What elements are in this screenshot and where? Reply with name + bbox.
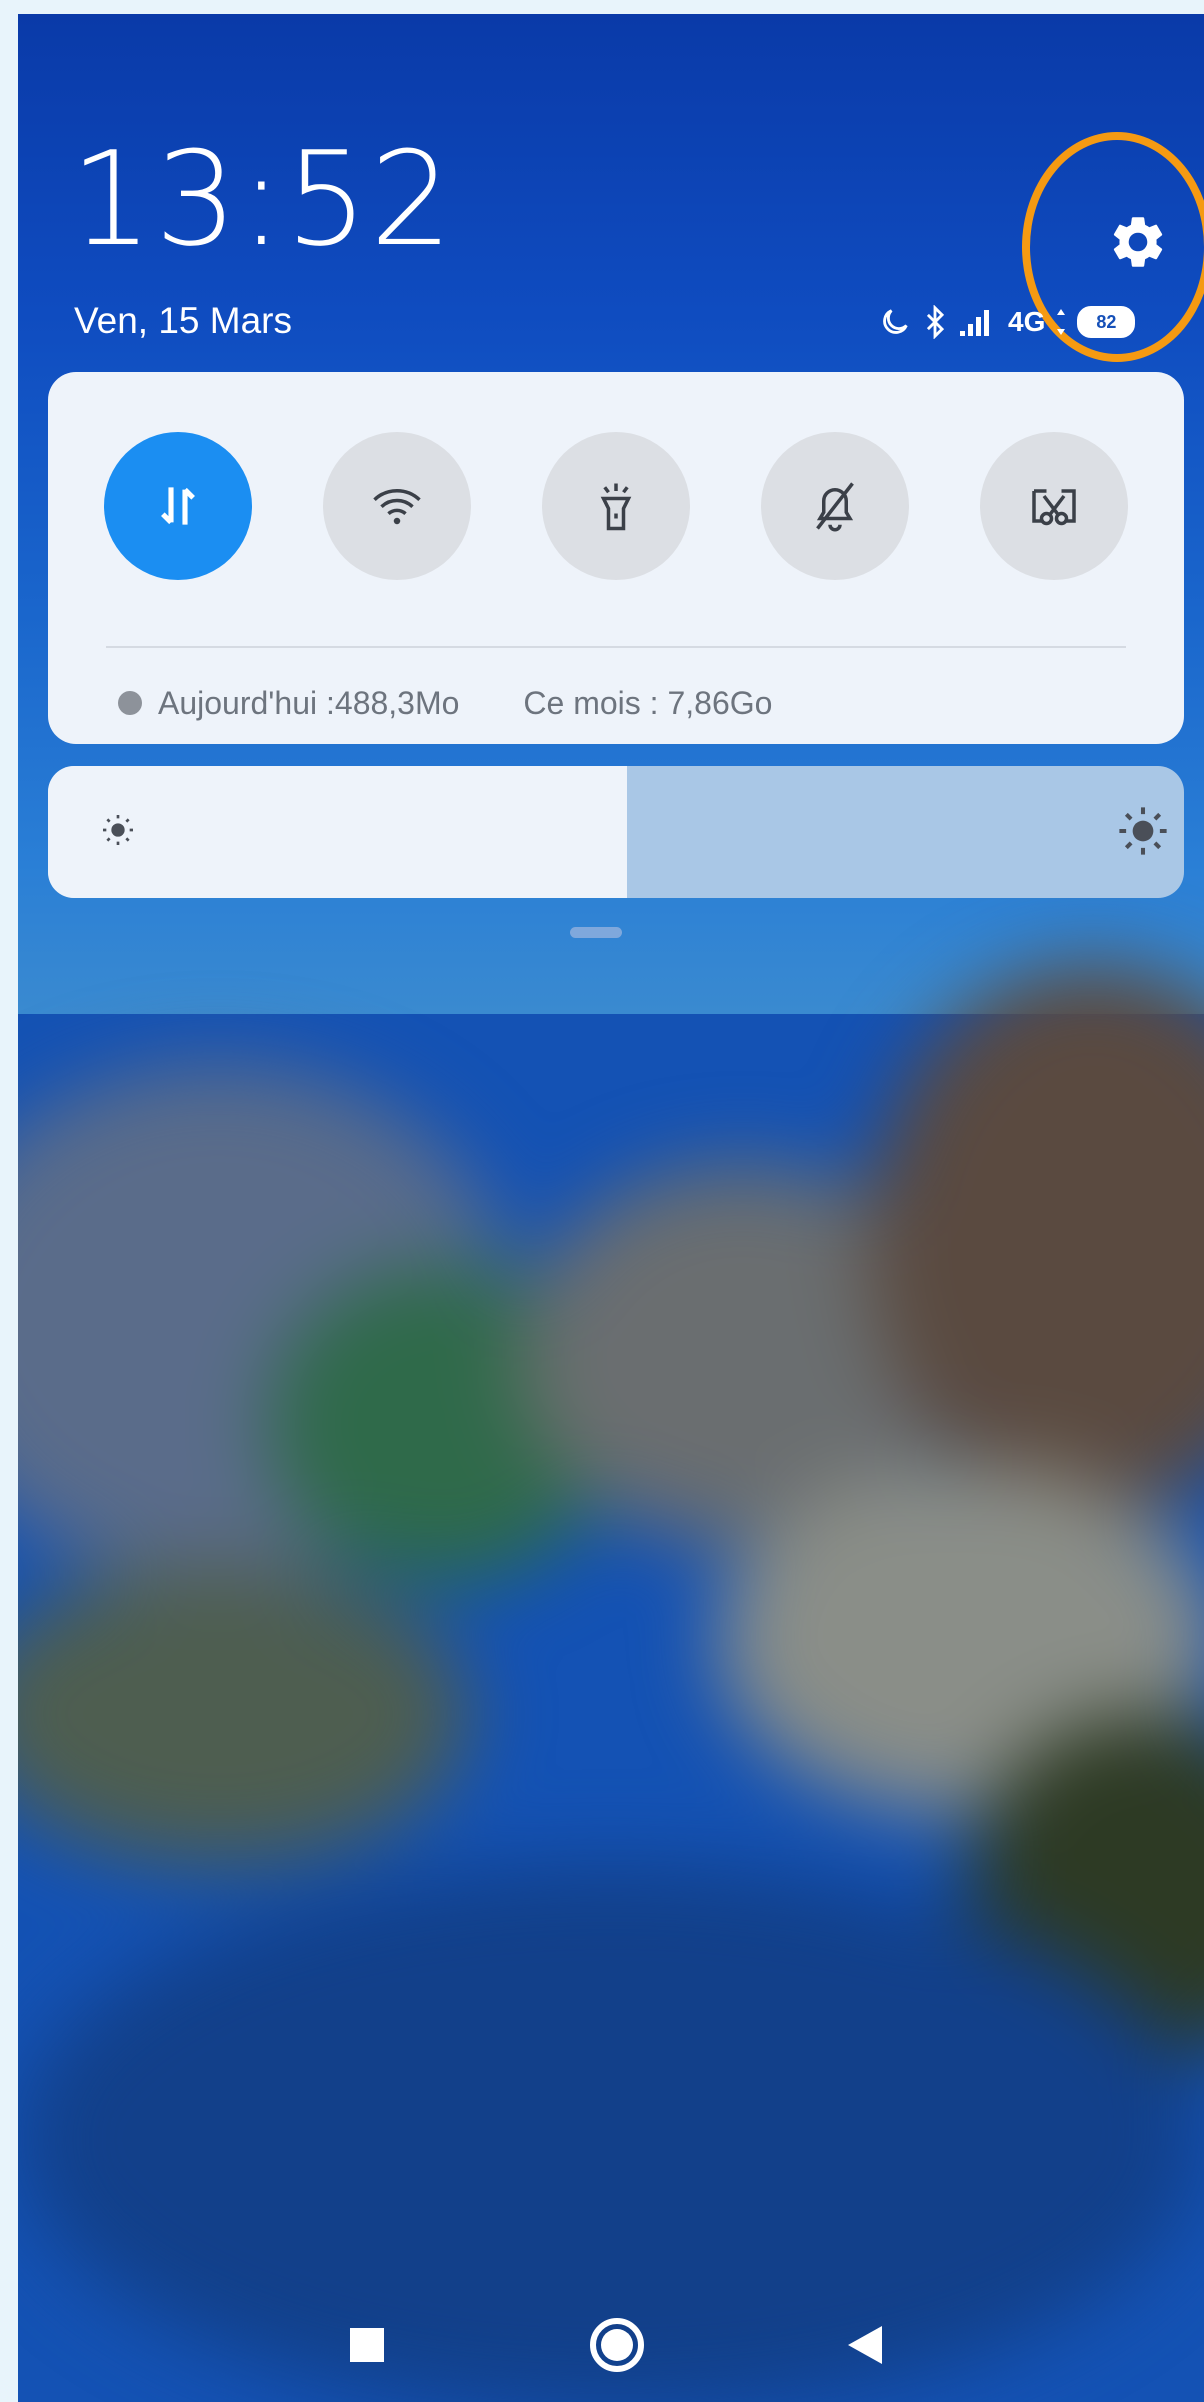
tile-screenshot[interactable]	[980, 432, 1128, 580]
wifi-icon	[373, 489, 421, 525]
quick-settings-panel: Aujourd'hui :488,3Mo Ce mois : 7,86Go	[48, 372, 1184, 744]
phone-screen: 13:52 Ven, 15 Mars 4G 82 Aujourd'hui:48…	[18, 14, 1204, 2402]
tile-mute[interactable]	[761, 432, 909, 580]
data-usage-icon	[118, 691, 142, 715]
tile-wifi[interactable]	[323, 432, 471, 580]
bell-off-icon	[816, 482, 854, 532]
network-type: 4G	[1008, 306, 1046, 337]
data-arrows-icon	[161, 487, 195, 525]
moon-icon	[883, 309, 908, 334]
quick-tiles-row	[104, 432, 1128, 582]
tile-flashlight[interactable]	[542, 432, 690, 580]
panel-drag-handle[interactable]	[570, 927, 622, 938]
data-usage-month: Ce mois : 7,86Go	[523, 684, 773, 721]
recents-button[interactable]	[350, 2328, 384, 2362]
brightness-slider[interactable]	[48, 766, 1184, 898]
data-usage-row[interactable]: Aujourd'hui :488,3Mo Ce mois : 7,86Go	[118, 680, 772, 726]
navigation-bar	[18, 2294, 1204, 2394]
brightness-low-icon	[103, 815, 133, 845]
flashlight-icon	[600, 483, 632, 531]
tile-mobile-data[interactable]	[104, 432, 252, 580]
brightness-high-icon	[1119, 807, 1167, 855]
battery-indicator: 82	[1077, 306, 1136, 338]
scissors-icon	[1032, 489, 1076, 526]
back-button[interactable]	[842, 2322, 886, 2368]
signal-icon	[960, 310, 989, 336]
data-usage-today: Aujourd'hui :488,3Mo	[158, 684, 460, 721]
clock-date: Ven, 15 Mars	[74, 300, 293, 341]
bluetooth-icon	[926, 305, 945, 339]
data-activity-icon	[1057, 309, 1066, 335]
home-button[interactable]	[590, 2318, 644, 2372]
status-icons: 4G 82	[878, 300, 1136, 344]
panel-divider	[106, 646, 1126, 648]
clock-time: 13:52	[70, 123, 455, 275]
